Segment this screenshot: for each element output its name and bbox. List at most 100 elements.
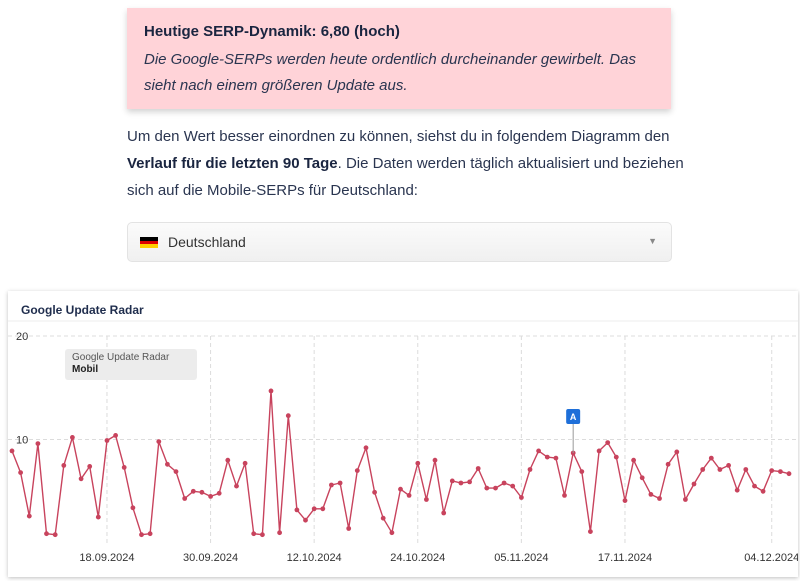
- data-point: [208, 494, 214, 499]
- chart-legend: Google Update Radar Mobil: [65, 349, 197, 380]
- data-point: [743, 467, 749, 472]
- data-point: [320, 506, 326, 512]
- data-point: [631, 457, 636, 463]
- data-point: [277, 530, 282, 536]
- data-point: [18, 470, 23, 475]
- data-point: [501, 480, 507, 486]
- data-point: [683, 497, 688, 502]
- alert-text: Die Google-SERPs werden heute ordentlich…: [144, 51, 636, 94]
- serp-dynamics-alert: Heutige SERP-Dynamik: 6,80 (hoch) Die Go…: [127, 8, 671, 109]
- data-point: [467, 479, 472, 485]
- data-point: [553, 455, 559, 461]
- data-point: [441, 510, 447, 516]
- data-point: [87, 464, 93, 469]
- data-point: [424, 497, 429, 502]
- data-point: [52, 532, 58, 538]
- data-point: [173, 469, 179, 474]
- data-point: [752, 483, 757, 489]
- data-point: [354, 468, 360, 473]
- data-point: [190, 488, 196, 494]
- data-point: [432, 457, 438, 463]
- data-point: [216, 490, 222, 496]
- data-point: [251, 531, 257, 537]
- data-point: [234, 483, 239, 489]
- y-tick-label: 10: [16, 435, 28, 447]
- data-point: [78, 476, 84, 482]
- data-point: [130, 505, 136, 511]
- data-point: [786, 471, 792, 477]
- data-point: [639, 475, 645, 481]
- data-point: [225, 457, 231, 463]
- data-point: [717, 467, 723, 472]
- data-point: [588, 529, 593, 534]
- chart-card: Google Update Radar 18.09.2024 30.09.2024…: [8, 291, 798, 577]
- data-point: [260, 532, 265, 538]
- x-tick-label: 17.11.2024: [598, 552, 652, 564]
- intro-paragraph: Um den Wert besser einordnen zu können, …: [127, 123, 687, 204]
- data-point: [303, 517, 308, 523]
- data-point: [182, 496, 188, 501]
- legend-title: Google Update Radar: [72, 352, 170, 363]
- data-point: [493, 485, 498, 491]
- data-point: [156, 439, 162, 444]
- data-point: [9, 448, 15, 454]
- y-tick-label: 20: [16, 331, 28, 343]
- country-select-value: Deutschland: [168, 234, 246, 250]
- x-tick-label: 05.11.2024: [494, 552, 548, 564]
- x-tick-label: 18.09.2024: [79, 552, 134, 564]
- data-point: [449, 478, 455, 484]
- data-point: [613, 454, 619, 460]
- data-point: [372, 489, 377, 495]
- data-point: [605, 440, 611, 445]
- data-point: [346, 526, 352, 531]
- data-point: [406, 493, 412, 498]
- data-point: [475, 466, 481, 471]
- data-point: [398, 486, 403, 492]
- x-tick-label: 24.10.2024: [390, 552, 445, 564]
- data-point: [484, 485, 490, 491]
- data-point: [329, 482, 334, 488]
- data-point: [691, 481, 697, 487]
- data-point: [199, 489, 205, 495]
- data-point: [726, 463, 731, 468]
- country-select[interactable]: Deutschland ▼: [127, 222, 672, 262]
- data-point: [337, 480, 343, 486]
- data-point: [268, 388, 274, 394]
- data-point: [708, 455, 714, 461]
- data-point: [35, 441, 41, 446]
- data-point: [769, 468, 775, 473]
- x-tick-label: 04.12.2024: [744, 552, 798, 564]
- data-point: [527, 467, 533, 472]
- data-point: [44, 531, 49, 537]
- data-point: [121, 465, 127, 470]
- data-point: [363, 445, 369, 451]
- flag-stripe-gold: [140, 244, 158, 248]
- data-point: [242, 460, 248, 466]
- data-point: [389, 530, 395, 536]
- data-point: [70, 435, 75, 440]
- data-point: [579, 469, 585, 474]
- legend-series: Mobil: [72, 364, 99, 375]
- data-point: [311, 506, 317, 512]
- line-chart: 18.09.2024 30.09.2024 12.10.2024 24.10.2024…: [8, 320, 798, 564]
- data-point: [294, 507, 300, 513]
- germany-flag-icon: [140, 237, 158, 248]
- data-point: [622, 498, 628, 503]
- data-point: [648, 492, 654, 497]
- data-point: [510, 483, 516, 489]
- data-point: [165, 461, 170, 467]
- data-point: [104, 438, 110, 443]
- data-point: [536, 448, 541, 454]
- data-point: [415, 460, 421, 466]
- annotation-label: A: [570, 412, 577, 422]
- data-point: [700, 467, 706, 472]
- data-point: [778, 469, 783, 474]
- series-line-mobil: [11, 390, 790, 536]
- data-point: [285, 413, 291, 419]
- data-point: [147, 531, 153, 537]
- intro-text-1: Um den Wert besser einordnen zu können, …: [127, 128, 670, 145]
- data-point: [26, 513, 32, 519]
- chevron-down-icon: ▼: [648, 236, 657, 246]
- data-point: [562, 493, 567, 498]
- data-point: [61, 463, 67, 468]
